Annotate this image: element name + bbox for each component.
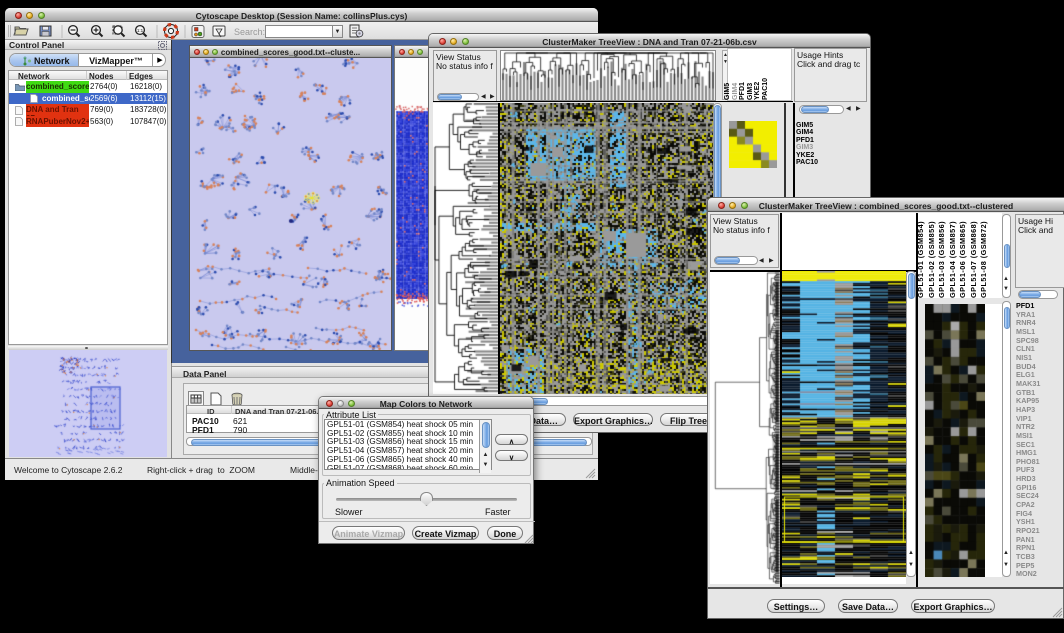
svg-text:1:1: 1:1 [137,28,144,33]
